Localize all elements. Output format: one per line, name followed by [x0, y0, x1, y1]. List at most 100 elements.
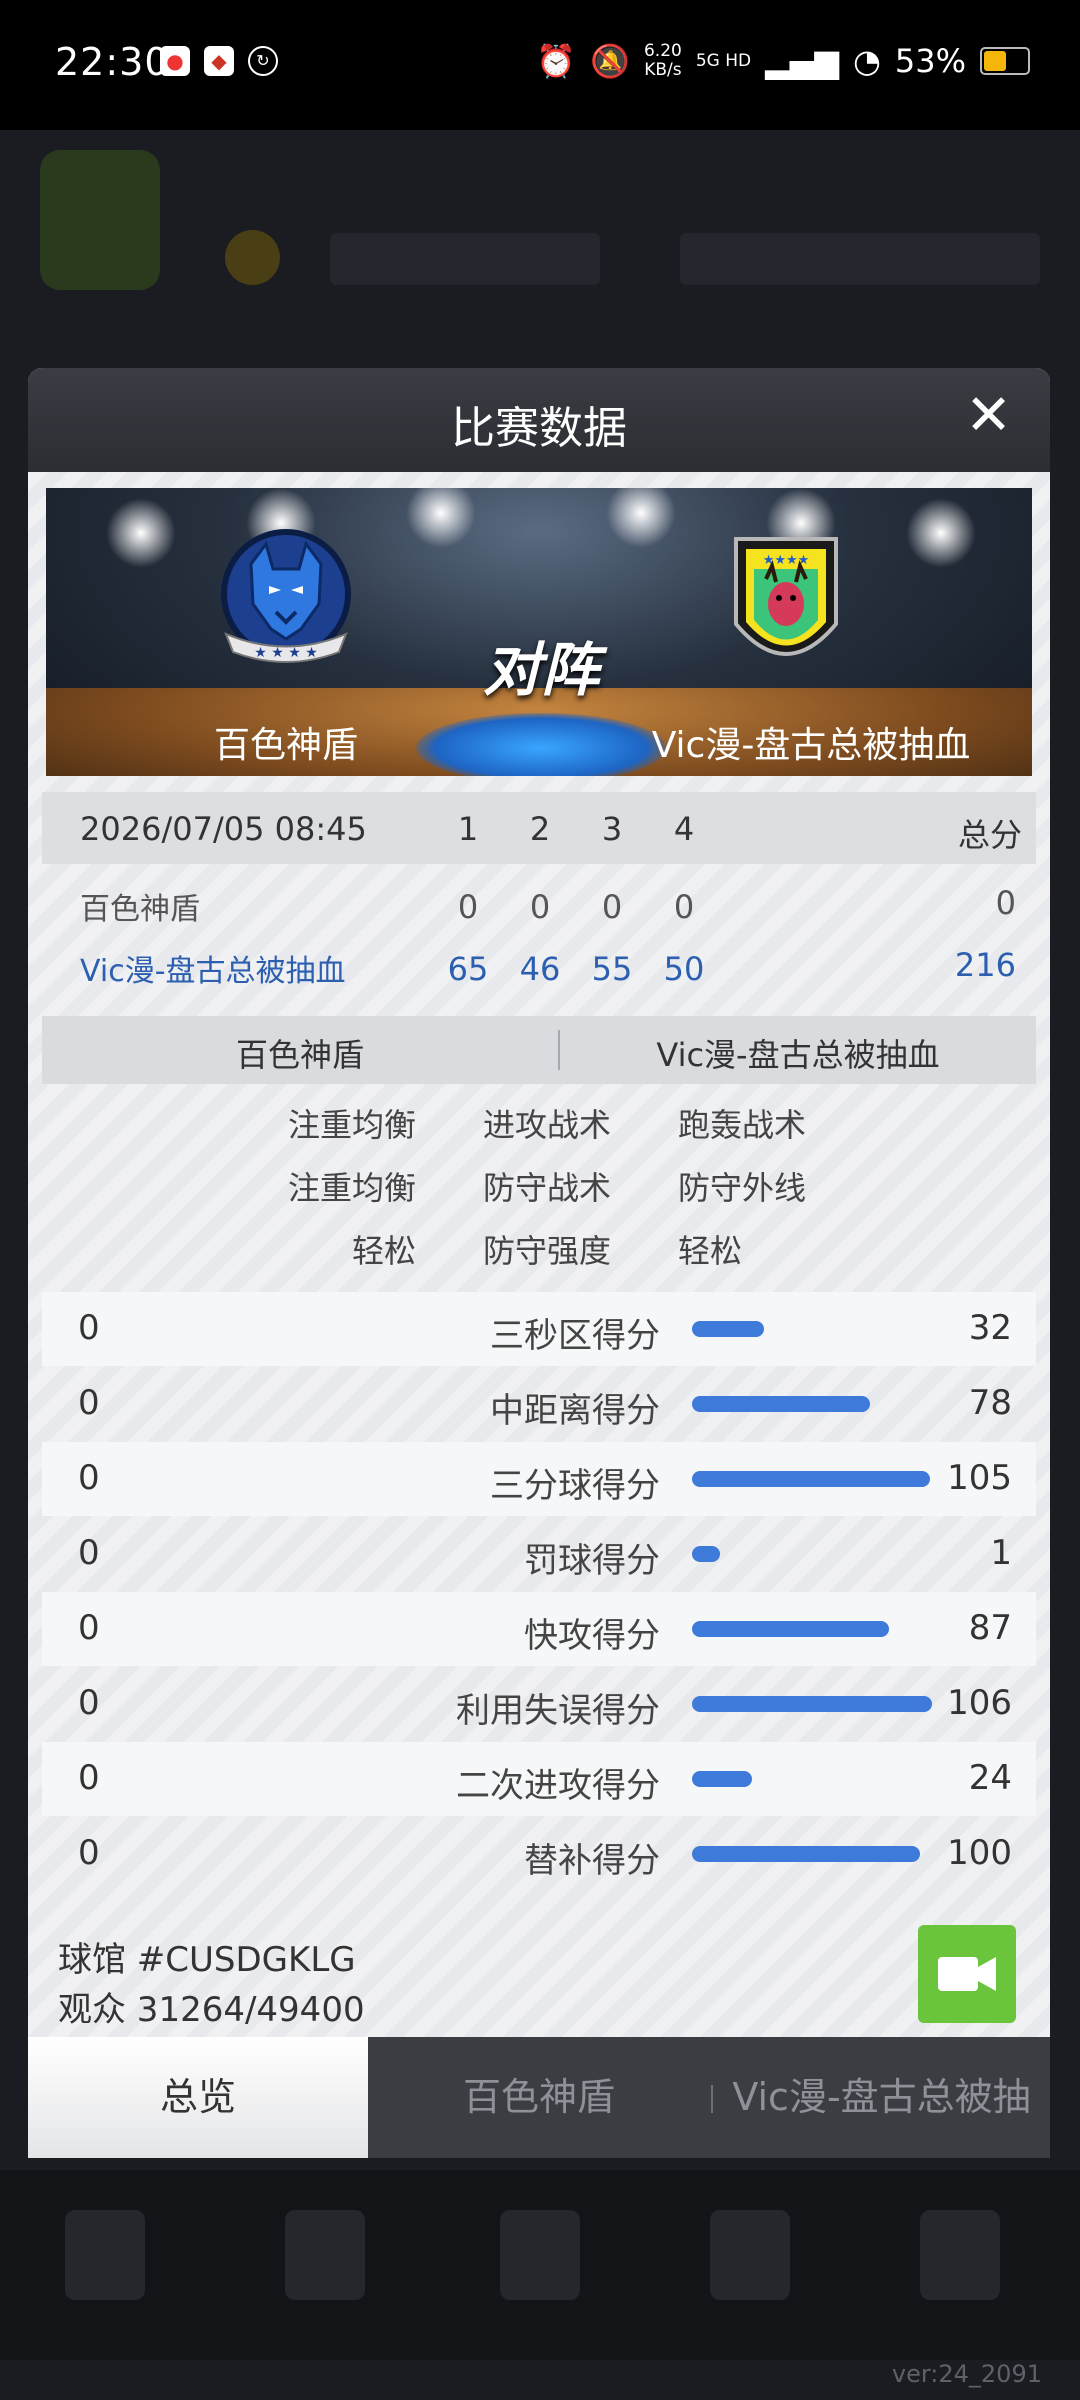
stat-row: 0 中距离得分 78: [42, 1367, 1036, 1441]
stat-label: 三分球得分: [490, 1466, 660, 1506]
stat-team-b-value: 78: [968, 1383, 1012, 1423]
sync-icon: ↻: [248, 46, 278, 76]
stat-label: 利用失误得分: [456, 1691, 660, 1731]
stat-row: 0 利用失误得分 106: [42, 1667, 1036, 1741]
diamond-bar: [680, 233, 1040, 285]
nav-item-icon: [500, 2210, 580, 2300]
total-header: 总分: [957, 816, 1022, 854]
stat-team-a-value: 0: [78, 1458, 100, 1498]
tactic-label: 进攻战术: [482, 1106, 611, 1144]
vs-label: 对阵: [482, 636, 599, 704]
stat-bar: [692, 1546, 720, 1562]
quarter-header: 1: [457, 810, 479, 848]
stat-bar: [692, 1696, 932, 1712]
stat-label: 三秒区得分: [490, 1316, 660, 1356]
system-indicators: ⏰ 🔕 6.20 KB/s 5G HD ▂▄▆ ◔ 53%: [536, 42, 1030, 80]
stat-team-a-value: 0: [78, 1533, 100, 1573]
nav-item-icon: [285, 2210, 365, 2300]
tactic-row: 轻松 防守强度 轻松: [42, 1218, 1036, 1278]
score-team-name: Vic漫-盘古总被抽血: [80, 954, 346, 989]
stat-label: 二次进攻得分: [456, 1766, 660, 1806]
version-label: ver:24_2091: [891, 2360, 1042, 2388]
signal-label: 5G HD: [695, 51, 752, 71]
clock: 22:30: [55, 40, 170, 84]
stat-bar: [692, 1321, 764, 1337]
banner-team-b-name: Vic漫-盘古总被抽血: [651, 725, 971, 766]
net-speed-unit: KB/s: [644, 60, 682, 80]
tactic-left: 注重均衡: [287, 1106, 416, 1144]
stat-row: 0 二次进攻得分 24: [42, 1742, 1036, 1816]
total-score: 0: [995, 884, 1016, 922]
svg-text:★ ★ ★ ★: ★ ★ ★ ★: [254, 645, 318, 661]
stat-row: 0 罚球得分 1: [42, 1517, 1036, 1591]
stat-label: 罚球得分: [524, 1541, 660, 1581]
dialog-title: 比赛数据: [451, 403, 627, 454]
tactic-right: 跑轰战术: [678, 1106, 807, 1144]
dialog-body: ★ ★ ★ ★ ★★★★ 对阵 百色神盾 Vic漫-盘古总被抽血 2026/07…: [28, 472, 1050, 2037]
compare-team-b: Vic漫-盘古总被抽血: [656, 1036, 940, 1074]
stat-row: 0 三秒区得分 32: [42, 1292, 1036, 1366]
alarm-icon: ⏰: [536, 42, 577, 80]
quarter-header: 3: [601, 810, 623, 848]
compare-team-a: 百色神盾: [235, 1036, 364, 1074]
tab-team-b[interactable]: Vic漫-盘古总被抽: [713, 2037, 1050, 2158]
tactic-left: 注重均衡: [287, 1169, 416, 1207]
stat-team-b-value: 87: [968, 1608, 1012, 1648]
stat-bar: [692, 1771, 752, 1787]
score-row-team-a: 百色神盾 0 0 0 0 0: [42, 872, 1036, 936]
bottom-tabs: 总览 百色神盾 Vic漫-盘古总被抽: [28, 2037, 1050, 2158]
stat-row: 0 三分球得分 105: [42, 1442, 1036, 1516]
status-bar: 22:30 ● ◆ ↻ ⏰ 🔕 6.20 KB/s 5G HD ▂▄▆ ◔ 53…: [0, 0, 1080, 130]
quarter-header: 2: [529, 810, 551, 848]
nav-item-icon: [710, 2210, 790, 2300]
stat-label: 快攻得分: [524, 1616, 660, 1656]
stat-row: 0 快攻得分 87: [42, 1592, 1036, 1666]
stat-row: 0 替补得分 100: [42, 1817, 1036, 1891]
team-logo-icon: [40, 150, 160, 290]
net-speed: 6.20 KB/s: [644, 42, 682, 80]
notification-icons: ● ◆ ↻: [160, 46, 278, 76]
quarter-score: 0: [673, 888, 695, 926]
arena-light: [606, 488, 676, 548]
stat-team-b-value: 106: [947, 1683, 1012, 1723]
nav-item-icon: [65, 2210, 145, 2300]
video-camera-icon: [938, 1957, 996, 1991]
svg-text:★★★★: ★★★★: [763, 553, 810, 568]
dialog-header: 比赛数据 ✕: [28, 368, 1050, 472]
stat-team-a-value: 0: [78, 1758, 100, 1798]
stat-team-a-value: 0: [78, 1683, 100, 1723]
quarter-score: 0: [601, 888, 623, 926]
arena-light: [106, 498, 176, 568]
banner-team-a-name: 百色神盾: [213, 725, 358, 766]
wifi-icon: ◔: [852, 42, 881, 80]
deer-logo-icon: ★★★★: [734, 537, 838, 656]
match-date: 2026/07/05 08:45: [80, 810, 367, 848]
matchup-banner: ★ ★ ★ ★ ★★★★ 对阵 百色神盾 Vic漫-盘古总被抽血: [46, 488, 1032, 776]
stat-team-b-value: 105: [947, 1458, 1012, 1498]
stat-team-b-value: 24: [968, 1758, 1012, 1798]
nav-item-icon: [920, 2210, 1000, 2300]
stat-bar: [692, 1621, 889, 1637]
tactic-right: 防守外线: [678, 1169, 807, 1207]
mute-icon: 🔕: [590, 42, 630, 80]
match-data-dialog: 比赛数据 ✕ ★ ★ ★ ★ ★★★★ 对阵 百色神盾 Vic漫-盘古总被抽血 …: [28, 368, 1050, 2158]
video-replay-button[interactable]: [918, 1925, 1016, 2023]
quarter-score: 0: [457, 888, 479, 926]
tab-overview[interactable]: 总览: [28, 2037, 368, 2158]
quarter-score: 46: [519, 950, 561, 988]
signal-icon: ▂▄▆: [765, 42, 839, 80]
tactic-label: 防守战术: [482, 1169, 611, 1207]
score-row-team-b: Vic漫-盘古总被抽血 65 46 55 50 216: [42, 936, 1036, 1000]
stat-bar: [692, 1396, 870, 1412]
stat-label: 中距离得分: [490, 1391, 660, 1431]
tactic-right: 轻松: [678, 1232, 743, 1270]
venue-label: 球馆 #CUSDGKLG: [58, 1940, 356, 1980]
attendance-label: 观众 31264/49400: [58, 1990, 365, 2030]
tactic-label: 防守强度: [482, 1232, 611, 1270]
close-icon[interactable]: ✕: [965, 386, 1012, 446]
stat-bar: [692, 1846, 920, 1862]
stat-team-b-value: 100: [947, 1833, 1012, 1873]
stat-team-a-value: 0: [78, 1308, 100, 1348]
tactic-left: 轻松: [351, 1232, 416, 1270]
tab-team-a[interactable]: 百色神盾: [368, 2037, 710, 2158]
